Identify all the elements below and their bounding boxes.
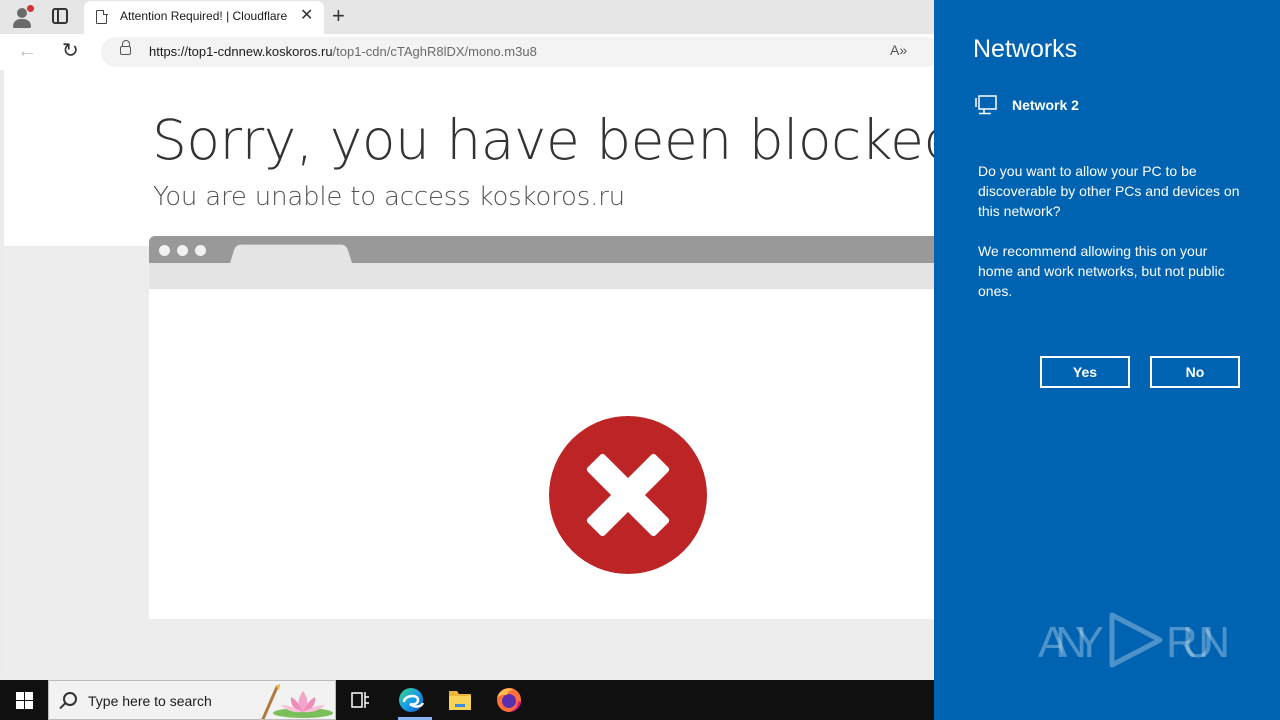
profile-icon[interactable] [10, 5, 34, 29]
browser-illustration [149, 236, 949, 264]
page-subheading: You are unable to access koskoros.ru [153, 182, 625, 212]
lock-icon[interactable] [120, 40, 131, 55]
address-bar[interactable]: https://top1-cdnnew.koskoros.ru/top1-cdn… [101, 37, 941, 67]
file-explorer-icon[interactable] [436, 680, 484, 720]
discoverable-question: Do you want to allow your PC to be disco… [978, 163, 1240, 219]
firefox-icon[interactable] [485, 680, 533, 720]
tab-title: Attention Required! | Cloudflare [120, 9, 288, 23]
read-aloud-button[interactable]: A» [890, 42, 907, 58]
recommendation-text: We recommend allowing this on your home … [978, 243, 1225, 299]
back-button[interactable]: ← [17, 40, 37, 63]
browser-toolbar: ← ↻ https://top1-cdnnew.koskoros.ru/top1… [0, 34, 941, 70]
search-highlight-lotus-icon [261, 684, 333, 719]
taskbar: Type here to search [0, 680, 934, 720]
svg-text:ANY: ANY [1038, 618, 1104, 667]
window-dot [159, 245, 170, 256]
blocked-x-icon [549, 416, 707, 574]
taskbar-search[interactable]: Type here to search [48, 680, 336, 720]
svg-text:RUN: RUN [1166, 618, 1230, 667]
anyrun-watermark-logo: ANY RUN [1038, 612, 1230, 668]
browser-tab[interactable]: Attention Required! | Cloudflare ✕ [84, 1, 324, 34]
network-name[interactable]: Network 2 [1012, 97, 1079, 113]
url-text[interactable]: https://top1-cdnnew.koskoros.ru/top1-cdn… [149, 44, 537, 59]
networks-flyout: Networks Network 2 Do you want to allow … [934, 0, 1280, 720]
window-dot [195, 245, 206, 256]
url-path: /top1-cdn/cTAghR8lDX/mono.m3u8 [332, 44, 537, 59]
page-icon [96, 9, 108, 24]
no-button[interactable]: No [1150, 356, 1240, 388]
yes-button[interactable]: Yes [1040, 356, 1130, 388]
flyout-title: Networks [973, 35, 1078, 63]
search-placeholder: Type here to search [88, 693, 212, 709]
tab-actions-icon[interactable] [52, 8, 68, 24]
illustration-toolbar [149, 263, 949, 289]
reload-button[interactable]: ↻ [62, 38, 79, 63]
edge-icon[interactable] [387, 680, 435, 720]
start-button[interactable] [0, 680, 48, 720]
new-tab-button[interactable]: + [332, 3, 345, 29]
task-view-icon[interactable] [336, 680, 384, 720]
search-icon [63, 692, 77, 706]
tab-close-button[interactable]: ✕ [300, 7, 313, 25]
block-header: Sorry, you have been blocked You are una… [4, 70, 934, 246]
page-heading: Sorry, you have been blocked [152, 108, 934, 172]
url-domain: https://top1-cdnnew.koskoros.ru [149, 44, 333, 59]
ethernet-network-icon [975, 95, 997, 115]
illustration-tab [229, 244, 353, 264]
window-dot [177, 245, 188, 256]
